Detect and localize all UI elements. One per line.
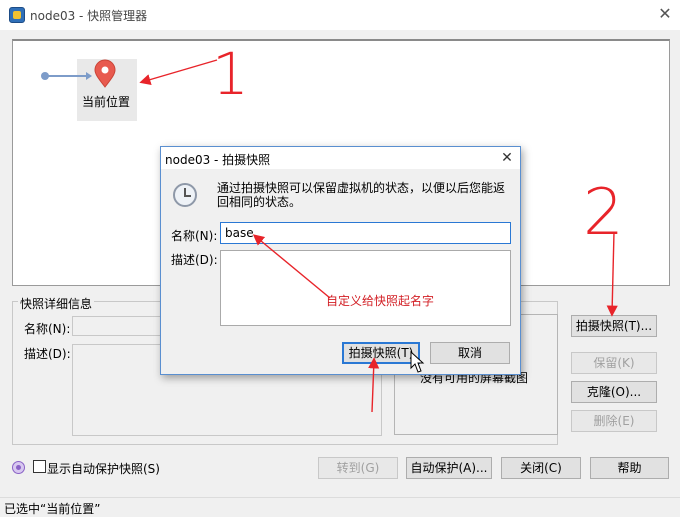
current-state-label: 当前位置 bbox=[82, 95, 131, 109]
status-bar bbox=[0, 497, 680, 517]
dialog-name-label: 名称(N): bbox=[171, 229, 218, 243]
dialog-take-snapshot-button[interactable]: 拍摄快照(T) bbox=[342, 342, 420, 364]
status-text: 已选中“当前位置” bbox=[4, 502, 101, 516]
annotation-number-1: 1 bbox=[212, 40, 249, 108]
snapshot-desc-input[interactable] bbox=[220, 250, 511, 326]
autoprotect-icon bbox=[12, 461, 25, 474]
show-autoprotect-checkbox[interactable] bbox=[33, 460, 46, 473]
dialog-close-icon[interactable]: ✕ bbox=[498, 149, 516, 167]
dialog-desc-label: 描述(D): bbox=[171, 253, 218, 267]
snapshot-name-input[interactable] bbox=[220, 222, 511, 244]
goto-button[interactable]: 转到(G) bbox=[318, 457, 398, 479]
app-logo-icon bbox=[9, 7, 25, 23]
dialog-title: node03 - 拍摄快照 bbox=[165, 153, 271, 167]
dialog-message: 通过拍摄快照可以保留虚拟机的状态，以便以后您能返回相同的状态。 bbox=[217, 181, 506, 209]
window-title: node03 - 快照管理器 bbox=[30, 9, 148, 23]
autoprotect-button[interactable]: 自动保护(A)... bbox=[406, 457, 492, 479]
details-legend: 快照详细信息 bbox=[18, 295, 95, 312]
help-button[interactable]: 帮助 bbox=[590, 457, 669, 479]
annotation-hint: 自定义给快照起名字 bbox=[326, 294, 435, 308]
keep-button[interactable]: 保留(K) bbox=[571, 352, 657, 374]
show-autoprotect-label[interactable]: 显示自动保护快照(S) bbox=[47, 460, 160, 477]
annotation-number-2: 2 bbox=[583, 176, 624, 250]
current-state-node[interactable] bbox=[77, 59, 137, 121]
dialog-cancel-button[interactable]: 取消 bbox=[430, 342, 510, 364]
clock-hand-minute bbox=[184, 195, 191, 197]
close-icon[interactable]: ✕ bbox=[655, 4, 675, 24]
delete-button[interactable]: 删除(E) bbox=[571, 410, 657, 432]
clone-button[interactable]: 克隆(O)... bbox=[571, 381, 657, 403]
details-name-label: 名称(N): bbox=[24, 322, 71, 336]
take-snapshot-button[interactable]: 拍摄快照(T)... bbox=[571, 315, 657, 337]
close-button[interactable]: 关闭(C) bbox=[501, 457, 581, 479]
details-desc-label: 描述(D): bbox=[24, 347, 71, 361]
